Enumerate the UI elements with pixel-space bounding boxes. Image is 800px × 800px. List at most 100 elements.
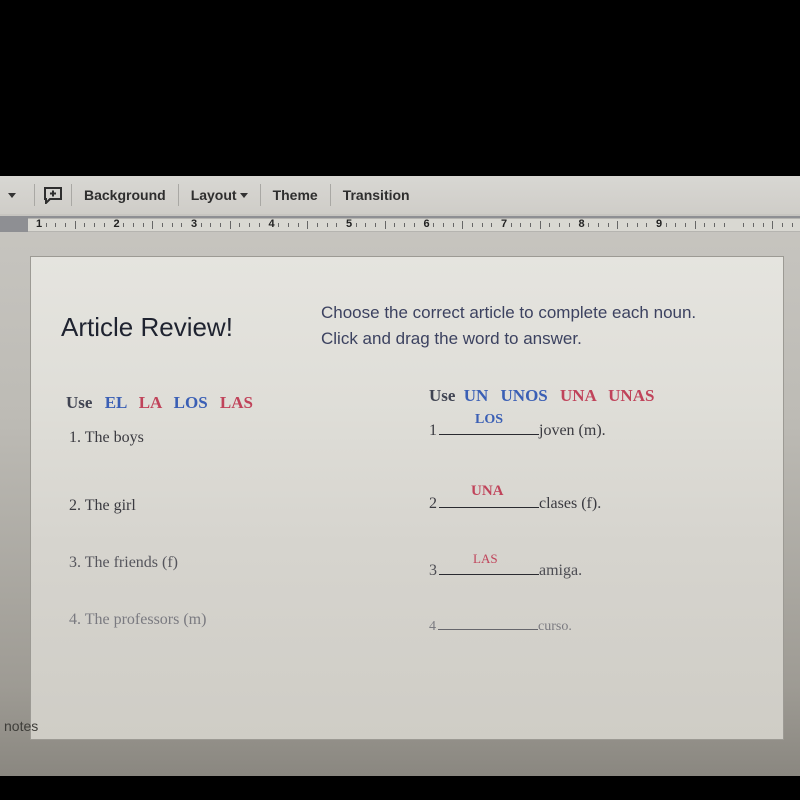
question-number: 2 [429, 495, 437, 512]
indefinite-articles-bank: Use UN UNOS UNA UNAS [429, 386, 654, 406]
ruler-tick [384, 221, 386, 229]
article-el[interactable]: EL [105, 393, 127, 412]
ruler-tick [278, 223, 280, 227]
ruler-number: 9 [656, 218, 663, 230]
horizontal-ruler[interactable]: 1 2 3 4 5 6 7 8 9 [0, 216, 800, 232]
ruler-tick [229, 221, 231, 229]
article-unos[interactable]: UNOS [501, 386, 548, 405]
ruler-tick [326, 223, 328, 227]
speaker-notes-placeholder[interactable]: notes [4, 718, 38, 734]
definite-articles-bank: Use EL LA LOS LAS [66, 393, 253, 413]
ruler-tick [694, 221, 696, 229]
question-noun: amiga. [539, 562, 583, 579]
ruler-tick [297, 223, 299, 227]
right-question-1: 1 joven (m). [429, 422, 606, 440]
ruler-tick [481, 223, 483, 227]
toolbar-dropdown-caret[interactable] [8, 192, 16, 198]
ruler-tick [743, 223, 745, 227]
ruler-number: 3 [191, 218, 198, 230]
slide-title[interactable]: Article Review! [61, 312, 233, 343]
theme-button[interactable]: Theme [269, 187, 322, 203]
ruler-tick [491, 223, 493, 227]
right-question-4: 4 curso. [429, 619, 572, 635]
article-unas[interactable]: UNAS [608, 386, 654, 405]
ruler-tick [152, 221, 154, 229]
right-question-2: 2 clases (f). [429, 495, 601, 513]
toolbar-separator [329, 184, 331, 206]
article-las[interactable]: LAS [220, 393, 253, 412]
ruler-tick [471, 223, 473, 227]
ruler-tick [588, 223, 590, 227]
ruler-tick [559, 223, 561, 227]
ruler-tick [626, 223, 628, 227]
left-question-2: 2. The girl [69, 497, 136, 514]
layout-button[interactable]: Layout [187, 187, 252, 203]
ruler-number: 8 [578, 218, 585, 230]
article-una[interactable]: UNA [560, 386, 596, 405]
ruler-tick [665, 223, 667, 227]
ruler-tick [74, 221, 76, 229]
ruler-tick [394, 223, 396, 227]
answer-blank[interactable] [439, 573, 539, 575]
article-la[interactable]: LA [139, 393, 162, 412]
ruler-tick [510, 223, 512, 227]
ruler-tick [675, 223, 677, 227]
ruler-tick [287, 223, 289, 227]
ruler-tick [714, 223, 716, 227]
ruler-number: 2 [113, 218, 120, 230]
ruler-tick [791, 223, 793, 227]
question-number: 1 [429, 422, 437, 439]
ruler-track: 1 2 3 4 5 6 7 8 9 [28, 218, 800, 232]
ruler-number: 5 [346, 218, 353, 230]
ruler-tick [520, 223, 522, 227]
ruler-tick [181, 223, 183, 227]
ruler-tick [530, 223, 532, 227]
ruler-number: 4 [268, 218, 275, 230]
ruler-tick [171, 223, 173, 227]
answer-blank[interactable] [439, 506, 539, 508]
transition-button[interactable]: Transition [339, 187, 414, 203]
question-number: 4 [429, 619, 436, 634]
ruler-tick [636, 223, 638, 227]
ruler-tick [646, 223, 648, 227]
ruler-tick [452, 223, 454, 227]
ruler-tick [442, 223, 444, 227]
article-los[interactable]: LOS [174, 393, 208, 412]
ruler-tick [336, 223, 338, 227]
ruler-tick [94, 223, 96, 227]
add-comment-icon[interactable] [43, 186, 63, 204]
ruler-tick [55, 223, 57, 227]
toolbar-separator [259, 184, 261, 206]
ruler-tick [132, 223, 134, 227]
ruler-tick [220, 223, 222, 227]
left-question-4: 4. The professors (m) [69, 611, 207, 628]
ruler-tick [762, 223, 764, 227]
ruler-tick [404, 223, 406, 227]
background-button-label: Background [84, 187, 166, 203]
background-button[interactable]: Background [80, 187, 170, 203]
ruler-tick [84, 223, 86, 227]
toolbar-separator [177, 184, 179, 206]
ruler-tick [123, 223, 125, 227]
ruler-number: 1 [36, 218, 43, 230]
article-un[interactable]: UN [464, 386, 489, 405]
toolbar: Background Layout Theme Transition [0, 176, 800, 214]
toolbar-separator [71, 184, 72, 206]
right-question-3: 3 amiga. [429, 562, 582, 580]
ruler-tick [539, 221, 541, 229]
use-label: Use [66, 393, 93, 412]
slide-canvas[interactable]: Article Review! Choose the correct artic… [30, 256, 784, 740]
answer-blank[interactable] [438, 628, 538, 630]
left-question-3: 3. The friends (f) [69, 554, 178, 571]
question-noun: clases (f). [539, 495, 602, 512]
use-label: Use [429, 386, 456, 405]
ruler-tick [365, 223, 367, 227]
layout-button-label: Layout [190, 187, 237, 203]
instructions-text[interactable]: Choose the correct article to complete e… [321, 300, 721, 352]
ruler-tick [433, 223, 435, 227]
ruler-tick [462, 221, 464, 229]
ruler-tick [210, 223, 212, 227]
ruler-tick [200, 223, 202, 227]
toolbar-separator [34, 184, 35, 206]
answer-blank[interactable] [439, 433, 539, 435]
